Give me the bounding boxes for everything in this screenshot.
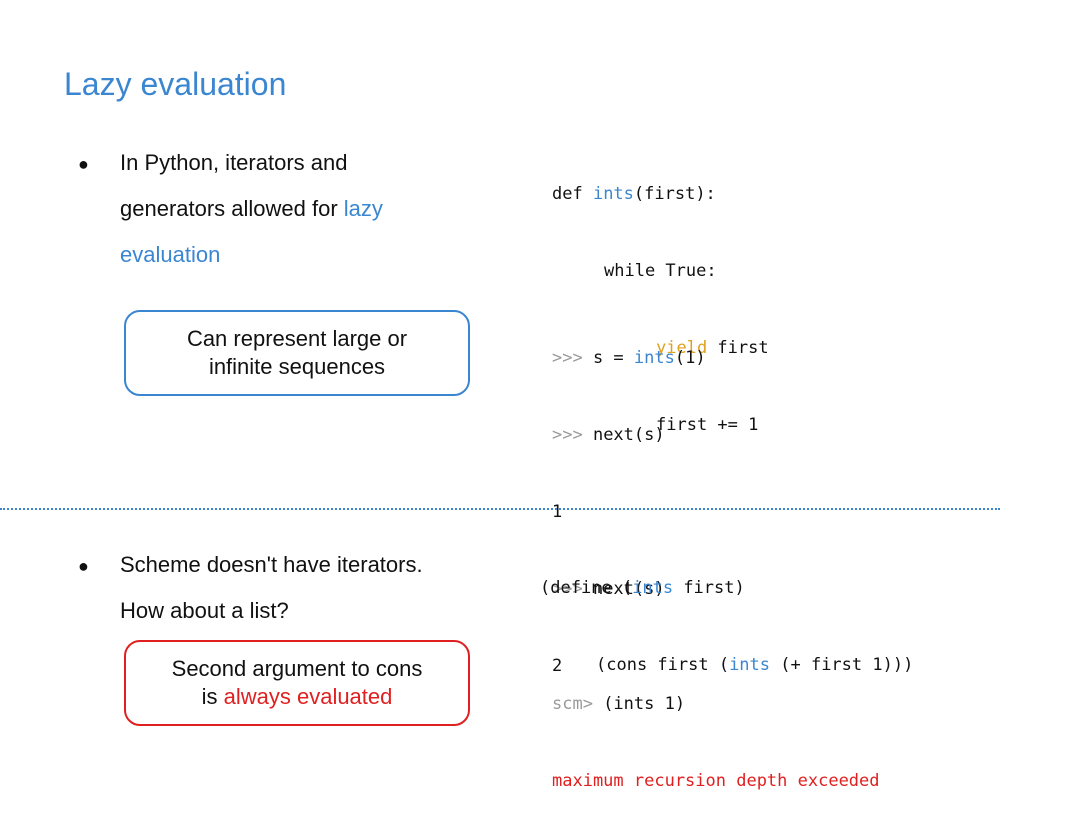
scheme-line-define: (define (ints first) xyxy=(540,570,913,607)
lazy-word: lazy xyxy=(343,196,383,221)
python-callout-line1: Can represent large or xyxy=(186,326,408,351)
def-keyword: def xyxy=(552,184,593,204)
scheme-callout: Second argument to cons is always evalua… xyxy=(124,640,470,726)
python-callout: Can represent large or infinite sequence… xyxy=(124,310,470,396)
scheme-callout-line2-text: is xyxy=(201,684,224,709)
code-line-while: while True: xyxy=(604,261,717,281)
python-bullet-line2-text: generators allowed for xyxy=(120,196,344,221)
scheme-callout-line2: is always evaluated xyxy=(126,683,468,711)
yield-value: first xyxy=(707,338,769,358)
def-params: (first): xyxy=(633,184,716,204)
scheme-bullet-text: Scheme doesn't have iterators. How about… xyxy=(120,542,423,634)
always-evaluated-text: always evaluated xyxy=(223,684,393,709)
scheme-bullet-line1: Scheme doesn't have iterators. xyxy=(120,552,423,577)
python-bullet-line2: generators allowed for lazy xyxy=(120,186,383,232)
slide-title: Lazy evaluation xyxy=(64,66,287,102)
function-name: ints xyxy=(592,184,634,204)
code-line-def: def ints(first): xyxy=(552,176,769,213)
repl-prompt: >>> xyxy=(552,425,593,445)
python-bullet: ● In Python, iterators and generators al… xyxy=(78,140,383,278)
scm-call: (ints 1) xyxy=(603,694,686,714)
assign-args: (1) xyxy=(674,348,706,368)
scheme-callout-line1: Second argument to cons xyxy=(171,656,423,681)
scheme-bullet-line2: How about a list? xyxy=(120,598,289,623)
define-params: first) xyxy=(673,578,745,598)
next-call: next(s) xyxy=(592,425,665,445)
scheme-function-name: ints xyxy=(632,578,674,598)
python-callout-line2: infinite sequences xyxy=(208,354,386,379)
python-bullet-line3: evaluation xyxy=(120,242,221,267)
repl-prompt: >>> xyxy=(552,348,593,368)
repl-line-assign: >>> s = ints(1) xyxy=(552,340,706,377)
python-bullet-text: In Python, iterators and generators allo… xyxy=(120,140,383,278)
repl-line-next1: >>> next(s) xyxy=(552,417,706,454)
bullet-icon: ● xyxy=(78,154,89,174)
assign-lhs: s = xyxy=(592,348,634,368)
python-bullet-line1: In Python, iterators and xyxy=(120,150,348,175)
bullet-icon: ● xyxy=(78,556,89,576)
scm-error-output: maximum recursion depth exceeded xyxy=(552,771,880,791)
section-divider xyxy=(0,508,1000,510)
scheme-bullet: ● Scheme doesn't have iterators. How abo… xyxy=(78,542,423,634)
scm-prompt: scm> xyxy=(552,694,604,714)
scheme-repl-block: scm> (ints 1) maximum recursion depth ex… xyxy=(552,646,880,820)
repl-output-1: 1 xyxy=(552,502,563,522)
assign-function: ints xyxy=(633,348,675,368)
scm-line-call: scm> (ints 1) xyxy=(552,686,880,723)
define-prefix: (define ( xyxy=(540,578,633,598)
